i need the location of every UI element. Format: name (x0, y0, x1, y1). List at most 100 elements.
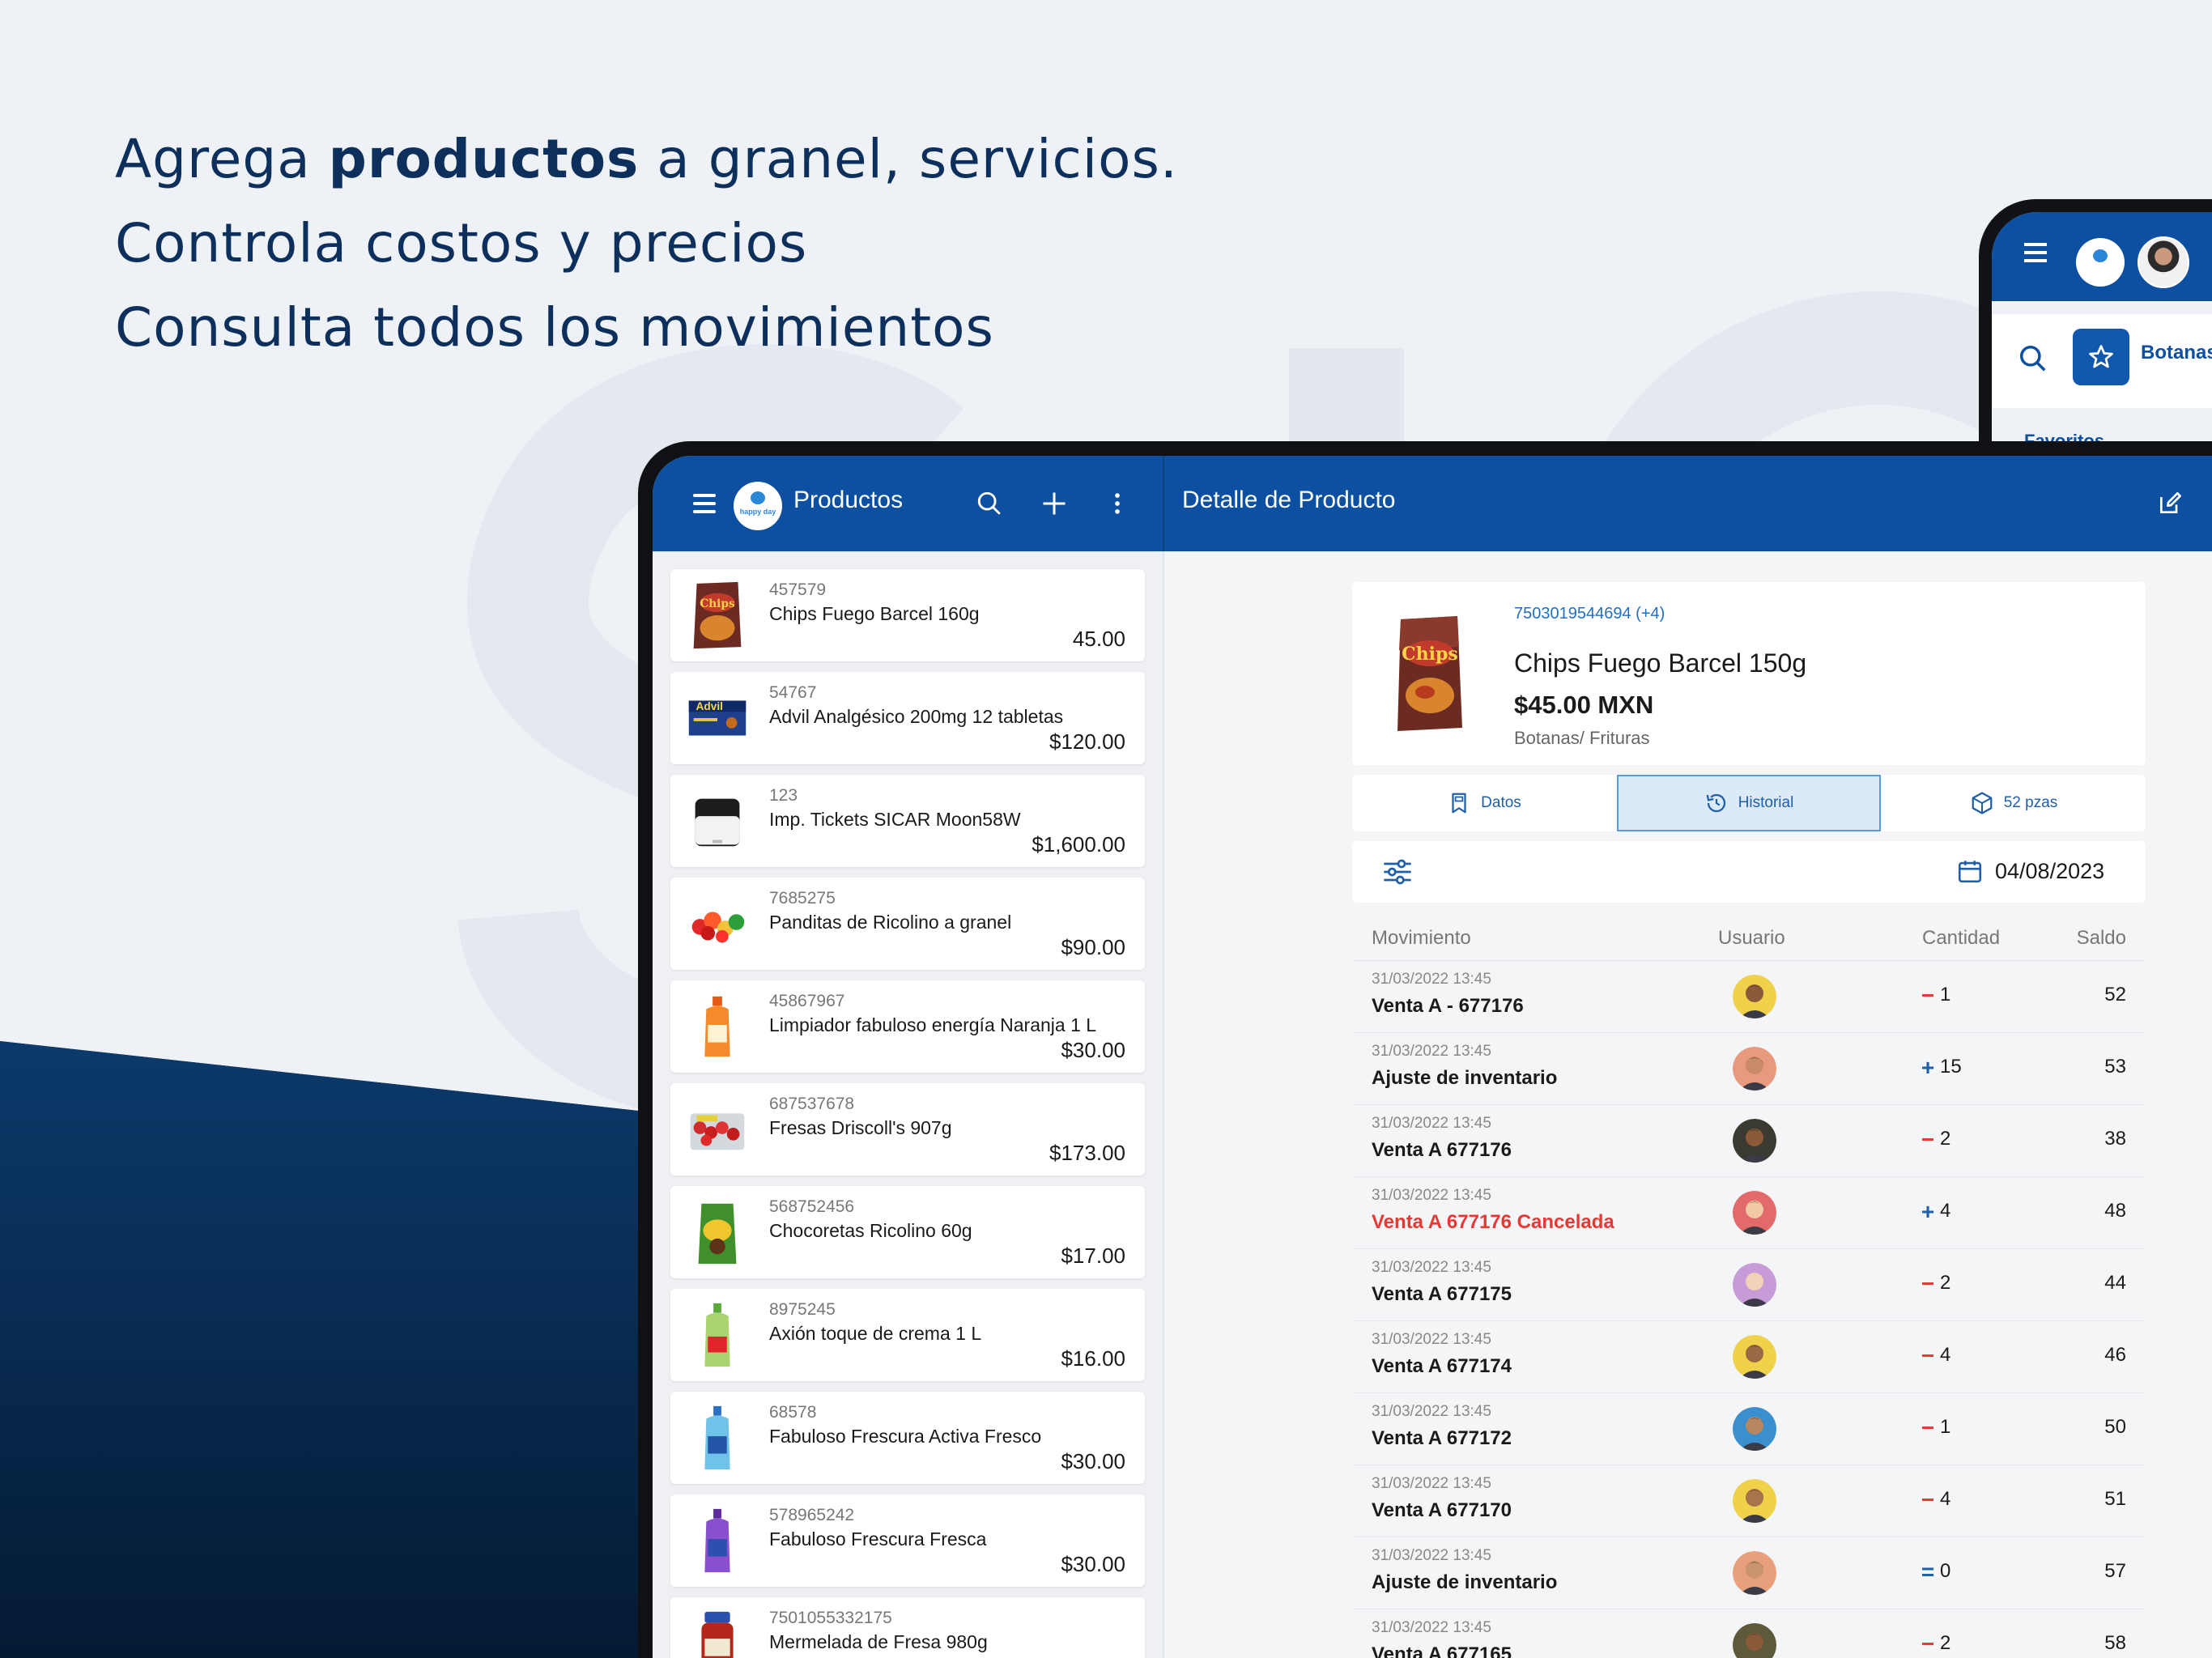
app-topbar: happy day Productos Detalle de Producto (653, 456, 2212, 551)
product-card[interactable]: 123 Imp. Tickets SICAR Moon58W $1,600.00 (670, 775, 1145, 867)
tab-datos[interactable]: Datos (1352, 775, 1616, 831)
movement-datetime: 31/03/2022 13:45 (1372, 1259, 1491, 1276)
product-name: Chips Fuego Barcel 150g (1514, 648, 1807, 678)
secondary-topbar (1992, 212, 2212, 301)
product-card[interactable]: 687537678 Fresas Driscoll's 907g $173.00 (670, 1083, 1145, 1175)
quantity-sign: − (1921, 1415, 1935, 1440)
movement-label: Venta A - 677176 (1372, 995, 1524, 1017)
movement-row[interactable]: 31/03/2022 13:45 Venta A 677176 Cancelada… (1352, 1177, 2146, 1249)
quantity-sign: − (1921, 983, 1935, 1008)
search-icon[interactable] (2018, 343, 2048, 374)
movement-row[interactable]: 31/03/2022 13:45 Ajuste de inventario +15 5… (1352, 1033, 2146, 1105)
logo-text: happy day (739, 508, 776, 516)
movement-row[interactable]: 31/03/2022 13:45 Venta A 677175 −2 44 (1352, 1249, 2146, 1321)
headline-text: a granel, servicios. (639, 128, 1178, 190)
search-icon[interactable] (970, 484, 1009, 523)
headline-line-1: Agrega productos a granel, servicios. (115, 128, 1178, 190)
tab-label: Historial (1738, 794, 1794, 811)
product-code: 7685275 (769, 889, 836, 908)
movement-row[interactable]: 31/03/2022 13:45 Venta A 677176 −2 38 (1352, 1105, 2146, 1177)
movement-row[interactable]: 31/03/2022 13:45 Venta A 677174 −4 46 (1352, 1321, 2146, 1393)
product-thumbnail (704, 1508, 730, 1573)
product-price: $1,600.00 (1032, 832, 1125, 857)
movement-row[interactable]: 31/03/2022 13:45 Venta A 677172 −1 50 (1352, 1393, 2146, 1465)
movement-row[interactable]: 31/03/2022 13:45 Venta A 677165 −2 58 (1352, 1609, 2146, 1658)
user-avatar[interactable] (1733, 1263, 1776, 1307)
user-avatar[interactable] (1733, 1119, 1776, 1163)
product-code: 68578 (769, 1403, 817, 1422)
product-name: Mermelada de Fresa 980g (769, 1631, 988, 1652)
product-price: $45.00 MXN (1514, 691, 1654, 719)
product-barcode[interactable]: 7503019544694 (+4) (1514, 605, 1665, 623)
movement-balance: 46 (2104, 1344, 2126, 1366)
product-card[interactable]: 45867967 Limpiador fabuloso energía Naran… (670, 980, 1145, 1073)
product-image: Chips (1397, 616, 1462, 731)
user-avatar[interactable] (1733, 1407, 1776, 1451)
product-code: 123 (769, 786, 798, 805)
product-code: 568752456 (769, 1197, 855, 1216)
product-code: 687537678 (769, 1095, 855, 1113)
product-thumbnail (690, 1113, 745, 1150)
movement-quantity: 2 (1940, 1632, 1951, 1654)
app-screen: happy day Productos Detalle de Producto … (653, 456, 2212, 1658)
movement-row[interactable]: 31/03/2022 13:45 Venta A 677170 −4 51 (1352, 1465, 2146, 1537)
star-icon (2089, 345, 2113, 368)
tab-label: Datos (1481, 794, 1521, 811)
user-avatar[interactable] (1733, 1047, 1776, 1090)
edit-icon[interactable] (2150, 484, 2189, 523)
favorites-button[interactable] (2073, 329, 2129, 385)
product-card[interactable]: 578965242 Fabuloso Frescura Fresca $30.00 (670, 1494, 1145, 1587)
user-avatar[interactable] (1733, 1335, 1776, 1379)
user-avatar[interactable] (1733, 1191, 1776, 1235)
movement-row[interactable]: 31/03/2022 13:45 Venta A - 677176 −1 52 (1352, 961, 2146, 1033)
product-price: $30.00 (1061, 1552, 1125, 1576)
movement-label: Venta A 677172 (1372, 1427, 1512, 1449)
product-name: Fabuloso Frescura Fresca (769, 1528, 987, 1550)
tab-historial[interactable]: Historial (1617, 775, 1881, 831)
user-avatar[interactable] (2138, 236, 2189, 288)
tab-52-pzas[interactable]: 52 pzas (1882, 775, 2146, 831)
movement-datetime: 31/03/2022 13:45 (1372, 971, 1491, 988)
product-price: $173.00 (1049, 1141, 1125, 1165)
column-quantity: Cantidad (1922, 927, 2001, 949)
product-card[interactable]: Chips 457579 Chips Fuego Barcel 160g 45.00 (670, 569, 1145, 661)
product-card[interactable]: 7501055332175 Mermelada de Fresa 980g (670, 1597, 1145, 1658)
category-label[interactable]: Botanas (2141, 342, 2212, 364)
plus-icon[interactable] (1035, 484, 1074, 523)
product-price: $30.00 (1061, 1449, 1125, 1473)
movement-label: Ajuste de inventario (1372, 1067, 1558, 1089)
quantity-sign: − (1921, 1631, 1935, 1656)
quantity-sign: − (1921, 1271, 1935, 1296)
user-avatar[interactable] (1733, 975, 1776, 1018)
date-picker-value[interactable]: 04/08/2023 (1995, 859, 2104, 884)
product-card[interactable]: 568752456 Chocoretas Ricolino 60g $17.00 (670, 1186, 1145, 1278)
column-movement: Movimiento (1372, 927, 1471, 949)
headline-text: Agrega (115, 128, 329, 190)
product-card[interactable]: 7685275 Panditas de Ricolino a granel $90.… (670, 878, 1145, 970)
user-avatar[interactable] (1733, 1479, 1776, 1523)
user-avatar[interactable] (1733, 1623, 1776, 1658)
menu-icon[interactable] (685, 484, 724, 523)
movement-label: Venta A 677176 Cancelada (1372, 1211, 1614, 1233)
menu-icon[interactable] (2024, 251, 2047, 254)
calendar-icon[interactable] (1956, 857, 1984, 885)
detail-title: Detalle de Producto (1182, 487, 1396, 513)
movement-label: Venta A 677165 (1372, 1643, 1512, 1658)
product-code: 54767 (769, 683, 817, 702)
product-name: Axión toque de crema 1 L (769, 1323, 982, 1344)
product-card[interactable]: 8975245 Axión toque de crema 1 L $16.00 (670, 1289, 1145, 1381)
filter-sliders-icon[interactable] (1381, 856, 1414, 888)
product-card[interactable]: 68578 Fabuloso Frescura Activa Fresco $30.… (670, 1392, 1145, 1484)
product-list[interactable]: Chips 457579 Chips Fuego Barcel 160g 45.00 A… (653, 551, 1163, 1658)
product-card[interactable]: Advil 54767 Advil Analgésico 200mg 12 tabl… (670, 672, 1145, 764)
product-thumbnail (695, 798, 740, 847)
product-name: Panditas de Ricolino a granel (769, 912, 1012, 933)
quantity-sign: − (1921, 1487, 1935, 1512)
box-icon (1972, 792, 1993, 814)
more-vertical-icon[interactable] (1098, 484, 1137, 523)
user-avatar[interactable] (1733, 1551, 1776, 1595)
movement-quantity: 2 (1940, 1272, 1951, 1294)
movement-row[interactable]: 31/03/2022 13:45 Ajuste de inventario = 0 57 (1352, 1537, 2146, 1609)
product-price: $17.00 (1061, 1244, 1125, 1268)
movement-label: Venta A 677170 (1372, 1499, 1512, 1521)
